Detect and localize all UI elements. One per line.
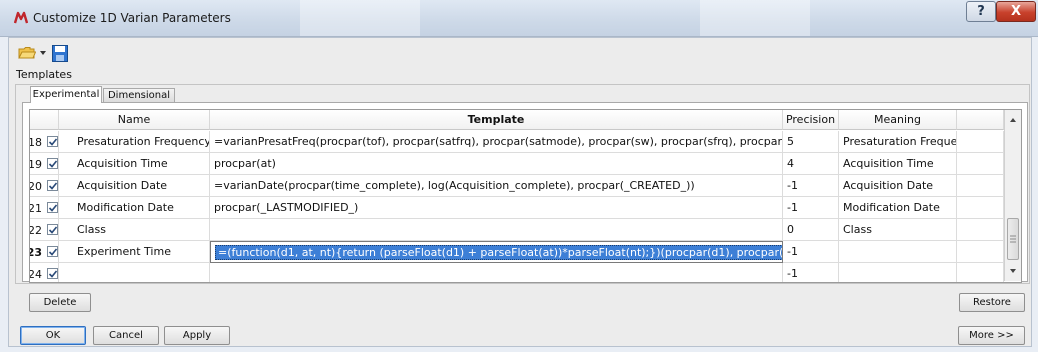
row-spacer-cell [957, 219, 1004, 241]
checkmark-icon [48, 182, 58, 190]
row-template-text: procpar(at) [214, 157, 276, 170]
row-template-cell[interactable]: procpar(at) [210, 153, 783, 175]
vertical-scrollbar[interactable] [1004, 110, 1021, 281]
column-header-spacer [957, 110, 1004, 130]
tab-dimensional[interactable]: Dimensional [103, 88, 175, 102]
close-icon: X [1010, 4, 1022, 19]
row-checkbox[interactable] [47, 158, 58, 169]
row-template-text: =varianDate(procpar(time_complete), log(… [214, 179, 695, 192]
scroll-up-icon[interactable] [1005, 112, 1021, 128]
row-spacer-cell [957, 175, 1004, 197]
apply-button[interactable]: Apply [164, 326, 230, 345]
title-bar[interactable]: Customize 1D Varian Parameters ? X [0, 0, 1038, 37]
ok-button[interactable]: OK [20, 326, 86, 345]
help-icon: ? [977, 4, 985, 19]
row-precision-cell[interactable]: 5 [783, 131, 839, 153]
row-template-cell[interactable] [210, 263, 783, 282]
row-name-cell[interactable]: Acquisition Date [59, 175, 210, 197]
checkmark-icon [48, 226, 58, 234]
row-template-text: =varianPresatFreq(procpar(tof), procpar(… [214, 135, 782, 148]
restore-button[interactable]: Restore [959, 293, 1025, 312]
window-title: Customize 1D Varian Parameters [33, 11, 231, 25]
row-meaning-cell[interactable]: Acquisition Date [839, 175, 957, 197]
column-header-meaning[interactable]: Meaning [839, 110, 957, 130]
row-template-cell[interactable]: =varianPresatFreq(procpar(tof), procpar(… [210, 131, 783, 153]
row-meaning-cell[interactable] [839, 241, 957, 263]
close-button[interactable]: X [996, 1, 1036, 22]
help-button[interactable]: ? [966, 1, 996, 22]
delete-button[interactable]: Delete [29, 293, 91, 312]
row-template-cell[interactable] [210, 219, 783, 241]
row-checkbox[interactable] [47, 246, 58, 257]
grip-icon [1010, 235, 1016, 243]
title-bar-gloss [700, 0, 810, 36]
row-name-cell[interactable]: Experiment Time [59, 241, 210, 263]
row-checkbox[interactable] [47, 136, 58, 147]
row-meaning-cell[interactable]: Presaturation Frequency [839, 131, 957, 153]
folder-open-icon[interactable] [18, 46, 36, 60]
scroll-down-icon[interactable] [1005, 263, 1021, 279]
row-template-cell[interactable]: =(function(d1, at, nt){return (parseFloa… [210, 241, 783, 263]
row-precision-cell[interactable]: -1 [783, 263, 839, 282]
more-button[interactable]: More >> [958, 326, 1025, 345]
checkmark-icon [48, 204, 58, 212]
scroll-thumb[interactable] [1007, 218, 1019, 260]
row-checkbox[interactable] [47, 224, 58, 235]
row-name-cell[interactable]: Acquisition Time [59, 153, 210, 175]
checkmark-icon [48, 160, 58, 168]
app-logo-icon [14, 11, 28, 24]
row-meaning-cell[interactable] [839, 263, 957, 282]
row-checkbox[interactable] [47, 268, 58, 279]
row-name-cell[interactable]: Class [59, 219, 210, 241]
row-name-cell[interactable] [59, 263, 210, 282]
checkmark-icon [48, 138, 58, 146]
row-meaning-cell[interactable]: Modification Date [839, 197, 957, 219]
row-spacer-cell [957, 241, 1004, 263]
checkmark-icon [48, 270, 58, 278]
row-template-text: procpar(_LASTMODIFIED_) [214, 201, 359, 214]
row-precision-cell[interactable]: 4 [783, 153, 839, 175]
row-template-text: =(function(d1, at, nt){return (parseFloa… [215, 245, 782, 260]
templates-table: Name Template Precision Meaning 18 Presat… [29, 109, 1022, 283]
row-template-cell[interactable]: procpar(_LASTMODIFIED_) [210, 197, 783, 219]
row-name-cell[interactable]: Presaturation Frequency [59, 131, 210, 153]
column-header-name[interactable]: Name [59, 110, 210, 130]
checkmark-icon [48, 248, 58, 256]
row-spacer-cell [957, 263, 1004, 282]
row-precision-cell[interactable]: -1 [783, 197, 839, 219]
row-checkbox[interactable] [47, 202, 58, 213]
column-header-precision[interactable]: Precision [783, 110, 839, 130]
column-header-rownum [30, 110, 59, 130]
row-spacer-cell [957, 131, 1004, 153]
row-spacer-cell [957, 153, 1004, 175]
row-meaning-cell[interactable]: Class [839, 219, 957, 241]
row-spacer-cell [957, 197, 1004, 219]
cancel-button[interactable]: Cancel [93, 326, 159, 345]
row-checkbox[interactable] [47, 180, 58, 191]
column-header-template[interactable]: Template [210, 110, 783, 130]
row-name-cell[interactable]: Modification Date [59, 197, 210, 219]
tab-experimental[interactable]: Experimental [30, 86, 102, 103]
row-precision-cell[interactable]: 0 [783, 219, 839, 241]
templates-group-label: Templates [16, 68, 72, 81]
row-precision-cell[interactable]: -1 [783, 175, 839, 197]
row-precision-cell[interactable]: -1 [783, 241, 839, 263]
row-meaning-cell[interactable]: Acquisition Time [839, 153, 957, 175]
row-template-cell[interactable]: =varianDate(procpar(time_complete), log(… [210, 175, 783, 197]
save-icon[interactable] [52, 45, 68, 62]
dropdown-arrow-icon[interactable] [39, 49, 47, 57]
title-bar-gloss [300, 0, 420, 36]
